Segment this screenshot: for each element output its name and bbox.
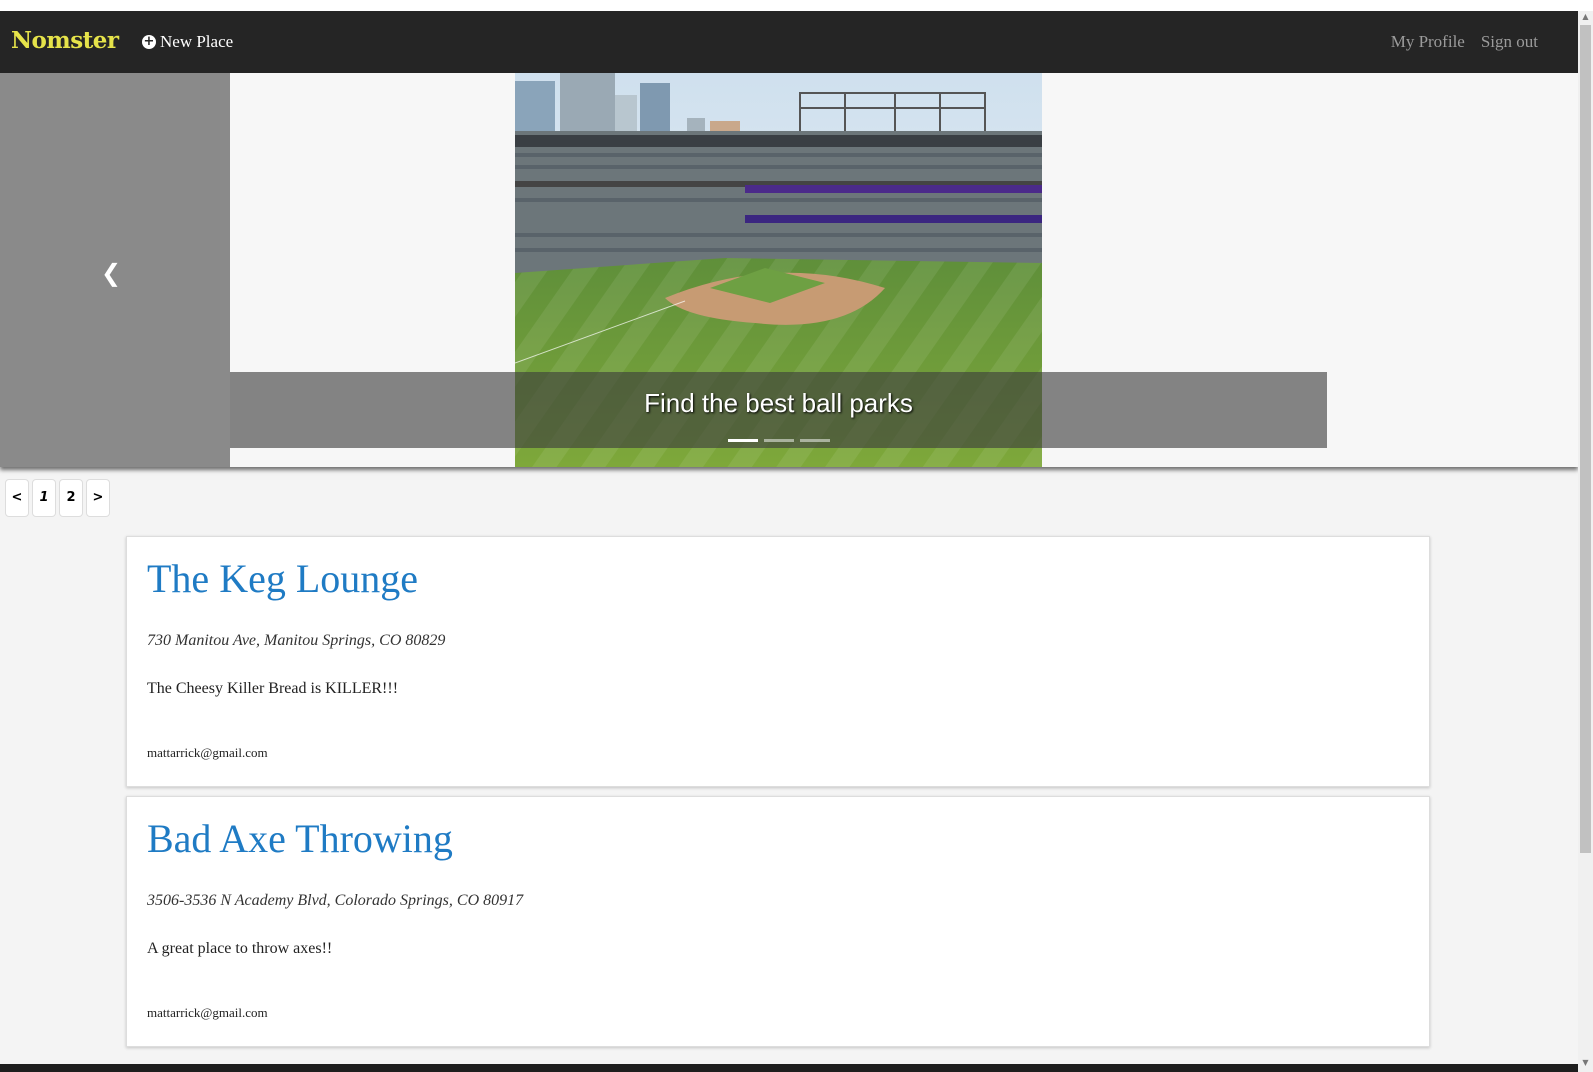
new-place-label: New Place [160, 32, 234, 51]
my-profile-link[interactable]: My Profile [1391, 32, 1465, 52]
carousel-indicator[interactable] [799, 439, 830, 442]
plus-circle-icon: + [142, 34, 156, 49]
place-title-link[interactable]: The Keg Lounge [147, 555, 418, 602]
place-address: 3506-3536 N Academy Blvd, Colorado Sprin… [147, 892, 524, 909]
page-button-2[interactable]: 2 [59, 479, 83, 517]
window-top-strip [0, 0, 1593, 11]
new-place-link[interactable]: + New Place [142, 32, 233, 52]
image-carousel: ❮ Find the best ball parks [0, 73, 1578, 467]
pagination: < 1 2 > [5, 479, 110, 517]
place-card: Bad Axe Throwing 3506-3536 N Academy Blv… [126, 796, 1430, 1047]
vertical-scrollbar[interactable]: ▲ ▼ [1578, 11, 1593, 1072]
prev-page-button[interactable]: < [5, 479, 29, 517]
chevron-left-icon: ❮ [101, 259, 122, 287]
carousel-indicator[interactable] [763, 439, 794, 442]
place-description: The Cheesy Killer Bread is KILLER!!! [147, 680, 399, 697]
window-bottom-bar [0, 1064, 1578, 1072]
sign-out-link[interactable]: Sign out [1481, 32, 1538, 52]
carousel-prev-control[interactable]: ❮ [0, 73, 230, 467]
scroll-down-icon[interactable]: ▼ [1580, 1057, 1591, 1069]
carousel-indicators [230, 439, 1327, 442]
caption-text: Find the best ball parks [644, 388, 913, 418]
place-title-link[interactable]: Bad Axe Throwing [147, 815, 453, 862]
next-page-button[interactable]: > [86, 479, 110, 517]
scroll-up-icon[interactable]: ▲ [1580, 11, 1591, 23]
place-address: 730 Manitou Ave, Manitou Springs, CO 808… [147, 632, 446, 649]
scrollbar-thumb[interactable] [1580, 25, 1591, 853]
place-description: A great place to throw axes!! [147, 940, 333, 957]
page-button-1[interactable]: 1 [32, 479, 56, 517]
nav-right: My Profile Sign out [1391, 32, 1538, 52]
carousel-indicator[interactable] [727, 439, 758, 442]
place-user-email: mattarrick@gmail.com [147, 1005, 268, 1020]
navbar: Nomster + New Place My Profile Sign out [0, 11, 1578, 73]
carousel-caption: Find the best ball parks [230, 372, 1327, 448]
place-card: The Keg Lounge 730 Manitou Ave, Manitou … [126, 536, 1430, 787]
brand-logo[interactable]: Nomster [11, 27, 119, 54]
place-user-email: mattarrick@gmail.com [147, 745, 268, 760]
